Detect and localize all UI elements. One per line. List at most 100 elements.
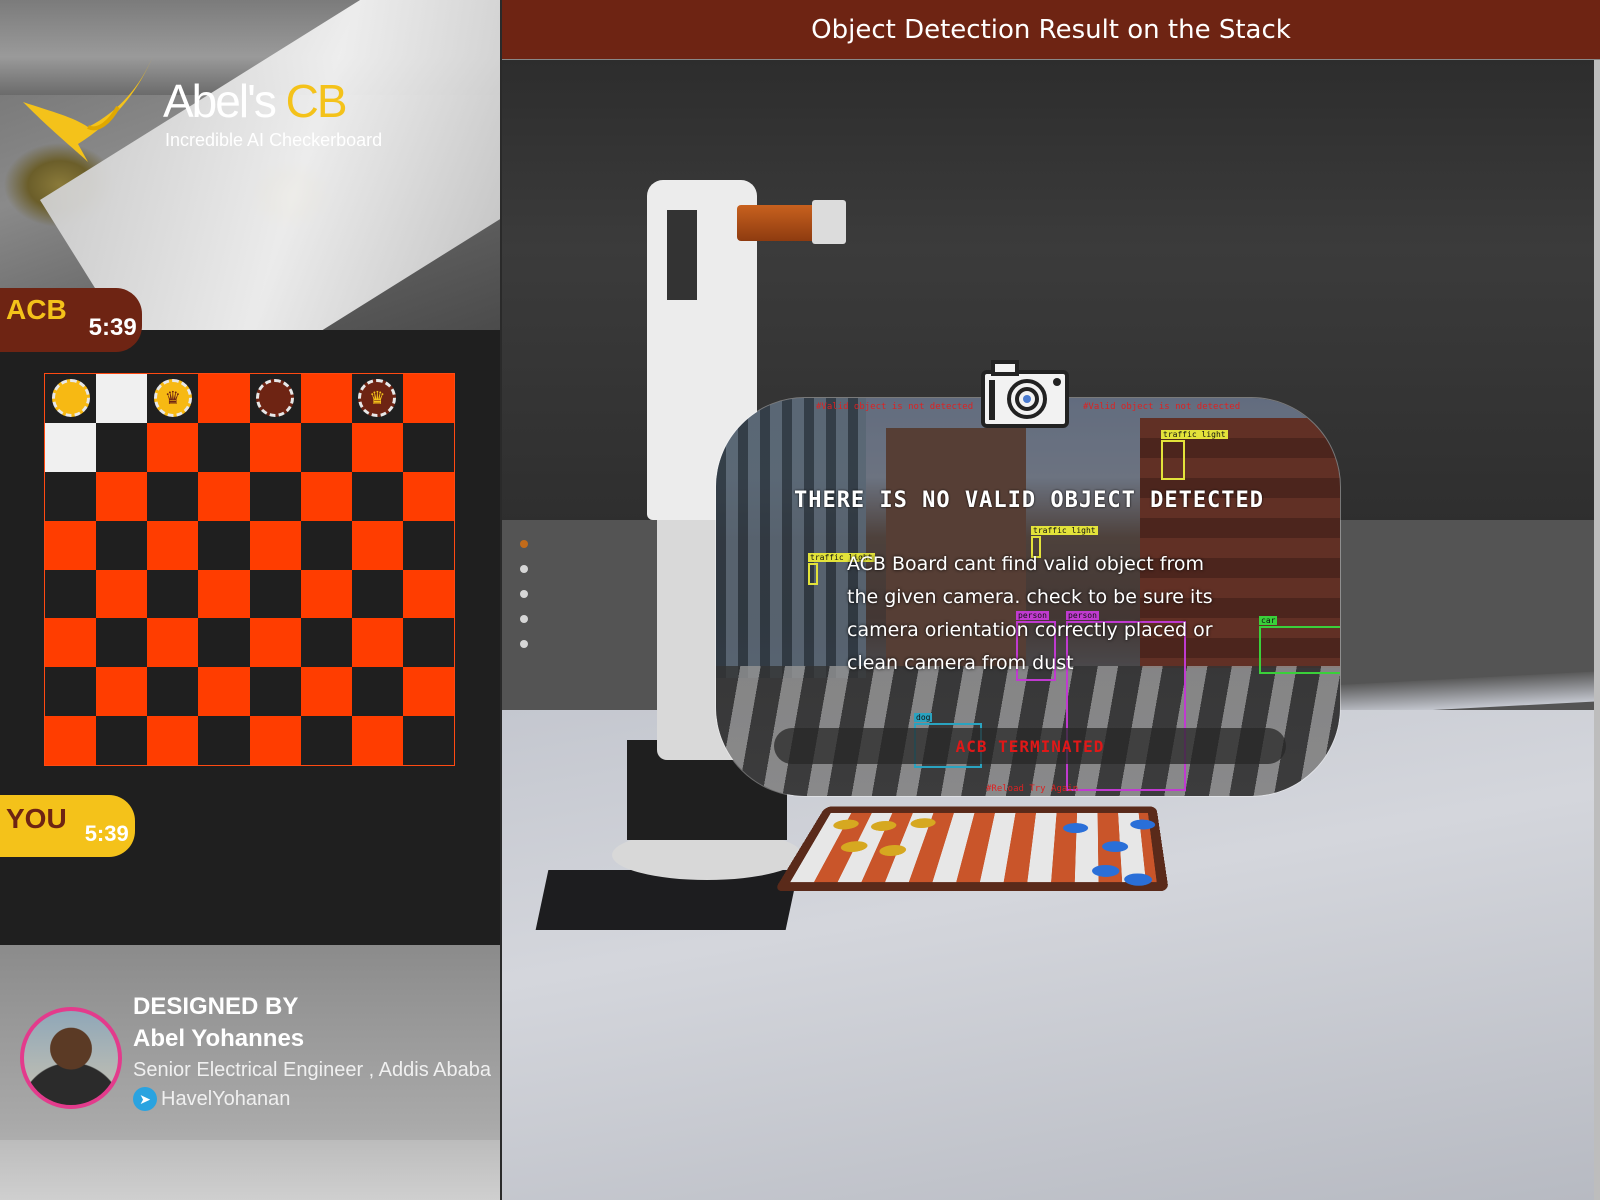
carousel-dot[interactable]	[520, 615, 528, 623]
dialog-message: ACB Board cant find valid object from th…	[847, 553, 1213, 674]
board-square[interactable]	[301, 618, 352, 667]
board-square[interactable]	[352, 667, 403, 716]
board-square[interactable]	[45, 374, 96, 423]
board-square[interactable]	[402, 471, 454, 521]
carousel-dot[interactable]	[520, 640, 528, 648]
board-square[interactable]	[198, 423, 249, 472]
board-square[interactable]	[249, 716, 301, 765]
board-square[interactable]	[352, 472, 403, 521]
board-square[interactable]	[301, 423, 352, 472]
board-square[interactable]	[147, 520, 199, 570]
right-panel: Object Detection Result on the Stack tra…	[502, 0, 1600, 1200]
carousel-dot[interactable]	[520, 565, 528, 573]
board-square[interactable]	[402, 667, 454, 717]
board-square[interactable]	[198, 667, 250, 717]
board-square[interactable]	[147, 716, 199, 765]
board-square[interactable]	[45, 472, 96, 521]
board-square[interactable]	[147, 472, 198, 521]
board-square[interactable]	[96, 667, 148, 717]
board-square[interactable]	[96, 471, 148, 521]
board-square[interactable]	[147, 618, 199, 668]
brown-king-piece[interactable]: ♛	[358, 379, 397, 418]
board-square[interactable]	[351, 422, 403, 472]
telegram-link[interactable]: ➤ HavelYohanan	[133, 1087, 290, 1111]
physical-piece	[908, 818, 938, 829]
board-square[interactable]	[403, 618, 454, 667]
carousel-dot[interactable]	[520, 540, 528, 548]
board-square[interactable]	[402, 374, 454, 423]
board-square[interactable]	[96, 569, 148, 619]
board-square[interactable]	[250, 570, 301, 619]
opponent-label: ACB	[6, 294, 67, 325]
board-square[interactable]	[198, 374, 250, 423]
board-square[interactable]	[403, 423, 454, 472]
board-square[interactable]	[147, 667, 198, 716]
board-square[interactable]	[351, 716, 403, 765]
app-logo: Abel's CB Incredible AI Checkerboard	[18, 52, 398, 162]
yellow-king-piece[interactable]: ♛	[153, 379, 192, 418]
carousel-dot[interactable]	[520, 590, 528, 598]
camera-icon	[981, 360, 1069, 428]
left-panel: Abel's CB Incredible AI Checkerboard ACB…	[0, 0, 500, 1200]
board-square[interactable]	[45, 667, 96, 716]
board-square[interactable]	[250, 374, 301, 423]
checkerboard[interactable]: ♛ ♛	[44, 373, 455, 766]
board-square[interactable]	[300, 569, 352, 619]
physical-piece	[830, 819, 861, 830]
board-square[interactable]	[96, 423, 147, 472]
player-timer: YOU 5:39	[0, 795, 135, 857]
yellow-piece[interactable]	[51, 379, 90, 418]
board-square[interactable]	[300, 471, 352, 521]
board-square[interactable]	[45, 520, 97, 570]
board-square[interactable]: ♛	[147, 374, 198, 423]
carousel-dots[interactable]	[520, 540, 528, 648]
board-square[interactable]	[300, 374, 352, 423]
board-square[interactable]	[96, 521, 147, 570]
board-square[interactable]	[198, 569, 250, 619]
background-floor-lower	[0, 1140, 500, 1200]
physical-piece	[838, 841, 870, 852]
board-square[interactable]	[250, 472, 301, 521]
board-square[interactable]	[198, 471, 250, 521]
board-square[interactable]	[147, 422, 199, 472]
detection-box: traffic light	[808, 553, 875, 585]
robot-base-plate	[535, 870, 799, 930]
board-square[interactable]	[249, 422, 301, 472]
board-square[interactable]	[403, 716, 454, 765]
board-square[interactable]: ♛	[352, 374, 403, 423]
board-square[interactable]	[96, 716, 147, 765]
board-square[interactable]	[96, 374, 148, 423]
logo-name: Abel's CB	[163, 75, 348, 127]
board-square[interactable]	[198, 618, 249, 667]
board-square[interactable]	[147, 570, 198, 619]
board-square[interactable]	[250, 667, 301, 716]
robot-arm-slot	[667, 210, 697, 300]
board-square[interactable]	[198, 521, 249, 570]
board-square[interactable]	[96, 618, 147, 667]
crown-icon: ♛	[369, 388, 386, 409]
board-square[interactable]	[249, 520, 301, 570]
board-square[interactable]	[301, 521, 352, 570]
board-square[interactable]	[351, 618, 403, 668]
scrollbar[interactable]	[1594, 60, 1600, 1200]
board-square[interactable]	[45, 422, 97, 472]
board-square[interactable]	[351, 520, 403, 570]
board-square[interactable]	[403, 521, 454, 570]
board-square[interactable]	[249, 618, 301, 668]
detection-box: traffic light	[1161, 430, 1228, 480]
board-square[interactable]	[352, 570, 403, 619]
robot-gripper	[737, 205, 817, 241]
board-square[interactable]	[301, 716, 352, 765]
designer-heading: DESIGNED BY	[133, 993, 299, 1020]
board-square[interactable]	[45, 570, 96, 619]
physical-piece	[868, 820, 899, 831]
board-square[interactable]	[300, 667, 352, 717]
board-square[interactable]	[402, 569, 454, 619]
logo-tagline: Incredible AI Checkerboard	[165, 130, 383, 150]
board-square[interactable]	[198, 716, 249, 765]
brown-piece[interactable]	[256, 379, 295, 418]
board-square[interactable]	[45, 716, 97, 765]
retry-link[interactable]: #Reload Try Again	[986, 784, 1078, 794]
board-square[interactable]	[45, 618, 97, 668]
warning-text: #Valid object is not detected	[1083, 402, 1241, 412]
